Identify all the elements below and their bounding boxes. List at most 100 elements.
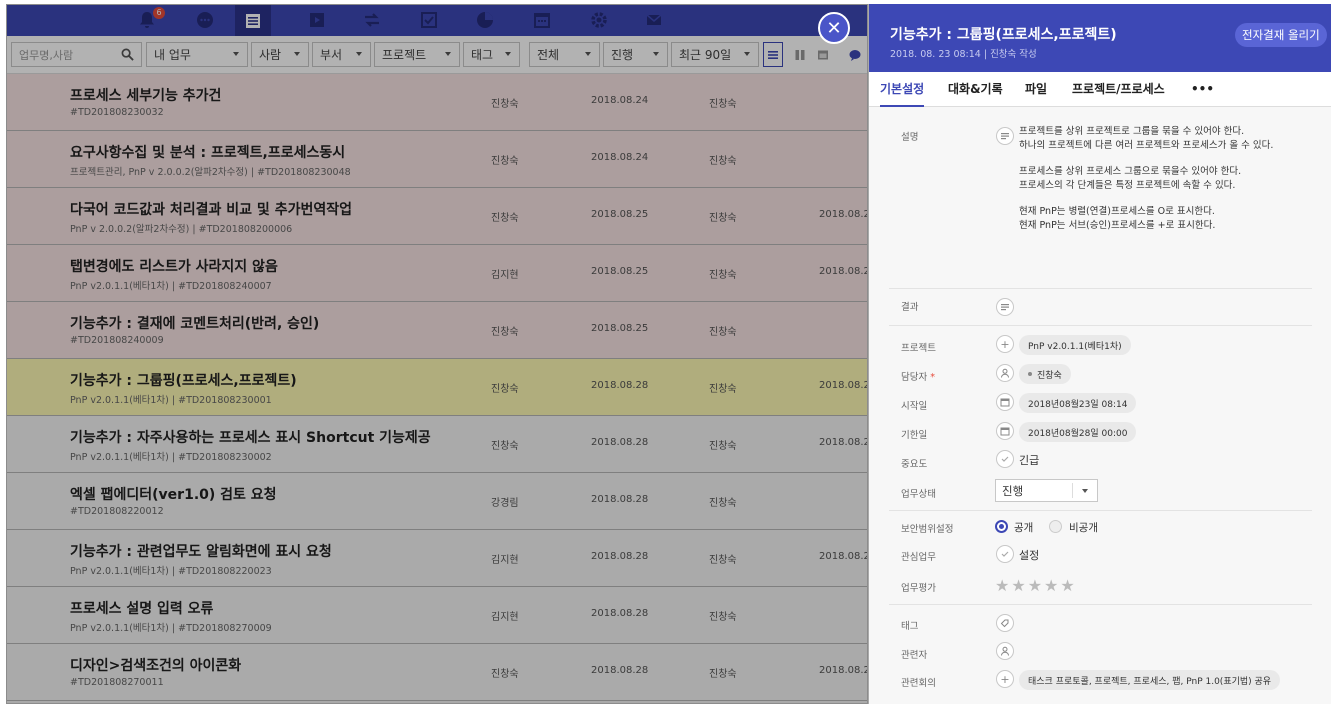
task-row[interactable]: 프로세스 설명 입력 오류 PnP v2.0.1.1(베타1차) | #TD201… [7,587,867,644]
project-select[interactable]: 프로젝트 [374,42,460,67]
task-row[interactable]: 다국어 코드값과 처리결과 비교 및 추가번역작업 PnP v 2.0.0.2(알… [7,188,867,245]
task-row[interactable]: 기능추가 : 그룹핑(프로세스,프로젝트) PnP v2.0.1.1(베타1차) … [7,359,867,416]
task-assignee: 진창숙 [709,99,737,110]
gear-icon[interactable] [589,10,609,30]
task-title: 탭변경에도 리스트가 사라지지 않음 [70,259,278,275]
task-subtitle: #TD201808240009 [70,335,164,346]
tab-conversation[interactable]: 대화&기록 [948,72,1003,107]
task-assignee: 진창숙 [709,669,737,680]
chat-icon[interactable] [195,10,215,30]
interest-check-icon[interactable] [996,545,1014,563]
private-label: 비공개 [1069,522,1098,534]
task-date: 2018.08.24 [591,95,649,106]
task-assignee: 진창숙 [709,498,737,509]
list-view-button[interactable] [763,42,783,67]
project-chip[interactable]: PnP v2.0.1.1(베타1차) [1019,335,1131,355]
public-radio[interactable] [995,520,1008,533]
related-people-label: 관련자 [901,650,928,661]
chat-bubble-icon[interactable] [845,42,865,67]
start-date-label: 시작일 [901,401,928,412]
task-due-date: 2018.08.27 [819,551,867,562]
tag-select[interactable]: 태그 [463,42,520,67]
list-icon[interactable] [235,5,271,36]
task-row[interactable]: 기능추가 : 자주사용하는 프로세스 표시 Shortcut 기능제공 PnP v… [7,416,867,473]
tab-project-process[interactable]: 프로젝트/프로세스 [1072,72,1165,107]
mail-icon[interactable] [644,10,664,30]
exchange-icon[interactable] [362,10,382,30]
calendar-icon[interactable] [532,10,552,30]
task-row[interactable]: 디자인>검색조건의 아이콘화 #TD201808270011 진창숙 2018.08.… [7,644,867,701]
add-meeting-icon[interactable]: + [996,670,1014,688]
start-calendar-icon[interactable] [996,393,1014,411]
close-detail-button[interactable]: ✕ [818,12,850,44]
top-navigation: 6 [7,5,867,36]
task-title: 기능추가 : 자주사용하는 프로세스 표시 Shortcut 기능제공 [70,430,431,446]
task-row[interactable]: 기능추가 : 결재에 코멘트처리(반려, 승인) #TD201808240009 진… [7,302,867,359]
meeting-chip[interactable]: 태스크 프로토콜, 프로젝트, 프로세스, 팹, PnP 1.0(표기법) 공유 [1019,670,1281,690]
importance-value[interactable]: 긴급 [1019,452,1039,468]
detail-header: 기능추가 : 그룹핑(프로세스,프로젝트) 2018. 08. 23 08:14… [869,4,1331,72]
security-label: 보안범위설정 [901,524,954,535]
approval-button[interactable]: 전자결재 올리기 [1235,23,1327,47]
assignee-label: 담당자 * [901,369,935,383]
task-row[interactable]: 기능추가 : 관련업무도 알림화면에 표시 요청 PnP v2.0.1.1(베타1… [7,530,867,587]
task-row[interactable]: 프로세스 세부기능 추가건 #TD201808230032 진창숙 2018.08.2… [7,74,867,131]
task-row[interactable]: 엑셀 팹에디터(ver1.0) 검토 요청 #TD201808220012 강경림 2… [7,473,867,530]
task-due-date: 2018.08.24 [819,380,867,391]
person-select[interactable]: 사람 [251,42,309,67]
tab-files[interactable]: 파일 [1025,72,1047,107]
task-title: 프로세스 설명 입력 오류 [70,601,214,617]
private-radio[interactable] [1049,520,1062,533]
checkbox-icon[interactable] [419,10,439,30]
check-icon[interactable] [996,450,1014,468]
tab-basic[interactable]: 기본설정 [880,72,925,107]
task-due-date: 2018.08.27 [819,665,867,676]
interest-value[interactable]: 설정 [1019,547,1039,563]
task-assignee: 진창숙 [709,270,737,281]
add-project-icon[interactable]: + [996,335,1014,353]
description-text[interactable]: 프로젝트를 상위 프로젝트로 그룹을 묶을 수 있어야 한다. 하나의 프로젝트에… [1019,125,1301,233]
task-date: 2018.08.28 [591,380,649,391]
task-assignee: 진창숙 [709,213,737,224]
all-select[interactable]: 전체 [529,42,600,67]
calendar-view-icon [818,50,828,59]
due-calendar-icon[interactable] [996,422,1014,440]
department-select[interactable]: 부서 [312,42,371,67]
task-assignee: 진창숙 [709,156,737,167]
status-select[interactable]: 진행 [995,479,1098,502]
period-select[interactable]: 최근 90일 [671,42,759,67]
search-input[interactable]: 업무명,사람 [11,42,142,67]
tab-more[interactable]: ••• [1191,72,1214,107]
task-title: 기능추가 : 결재에 코멘트처리(반려, 승인) [70,316,320,332]
task-owner: 진창숙 [491,99,519,110]
folder-icon[interactable] [307,10,327,30]
rating-stars[interactable]: ★★★★★ [995,576,1077,595]
progress-label: 진행 [611,48,634,62]
tag-label: 태그 [471,48,494,62]
task-subtitle: #TD201808220012 [70,506,164,517]
result-icon[interactable] [996,298,1014,316]
tag-icon[interactable] [996,614,1014,632]
status-label: 업무상태 [901,489,936,500]
description-icon[interactable] [996,127,1014,145]
task-title: 기능추가 : 관련업무도 알림화면에 표시 요청 [70,544,332,560]
task-date: 2018.08.28 [591,608,649,619]
calendar-view-button[interactable] [813,42,833,67]
chart-icon[interactable] [475,10,495,30]
user-icon[interactable] [996,364,1014,382]
due-date-chip[interactable]: 2018년08월28일 00:00 [1019,422,1137,442]
start-date-chip[interactable]: 2018년08월23일 08:14 [1019,393,1137,413]
task-row[interactable]: 요구사항수집 및 분석 : 프로젝트,프로세스동시 프로젝트관리, PnP v 2… [7,131,867,188]
task-owner: 진창숙 [491,327,519,338]
project-label: 프로젝트 [382,48,427,62]
my-tasks-select[interactable]: 내 업무 [146,42,248,67]
assignee-chip[interactable]: 진창숙 [1019,364,1071,384]
task-subtitle: PnP v2.0.1.1(베타1차) | #TD201808230002 [70,452,272,463]
board-view-button[interactable] [790,42,810,67]
task-row[interactable]: 탭변경에도 리스트가 사라지지 않음 PnP v2.0.1.1(베타1차) | #… [7,245,867,302]
task-subtitle: #TD201808230032 [70,107,164,118]
related-user-icon[interactable] [996,642,1014,660]
search-icon[interactable] [121,48,134,61]
due-date-label: 기한일 [901,430,928,441]
progress-select[interactable]: 진행 [603,42,668,67]
